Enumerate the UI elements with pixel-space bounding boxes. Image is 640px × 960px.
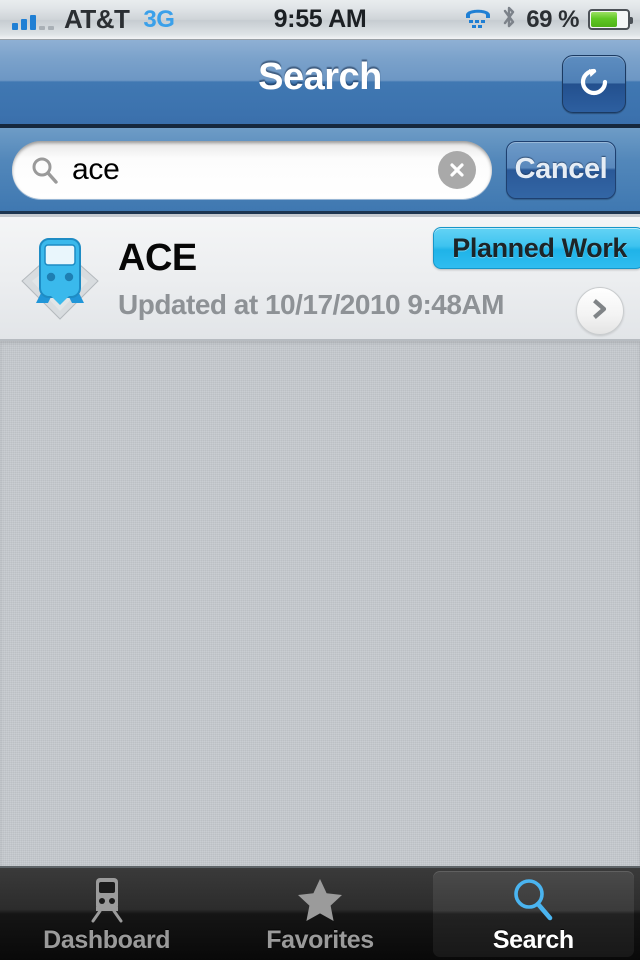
cancel-button-label: Cancel xyxy=(514,153,608,185)
search-icon xyxy=(508,874,558,924)
search-input-value: ace xyxy=(72,152,120,186)
refresh-button[interactable] xyxy=(562,55,626,113)
star-icon xyxy=(295,874,345,924)
battery-percent-label: 69 % xyxy=(526,5,579,33)
result-title: ACE xyxy=(118,237,197,279)
status-badge-label: Planned Work xyxy=(452,232,627,263)
tab-favorites[interactable]: Favorites xyxy=(213,868,426,960)
tab-label: Dashboard xyxy=(43,925,171,954)
tab-label: Search xyxy=(492,925,574,954)
bluetooth-icon xyxy=(501,4,517,35)
chevron-right-icon xyxy=(589,298,611,325)
tab-search[interactable]: Search xyxy=(427,868,640,960)
search-input[interactable]: ace xyxy=(12,140,492,199)
refresh-icon xyxy=(577,65,611,104)
train-icon xyxy=(14,229,106,329)
result-subtitle: Updated at 10/17/2010 9:48AM xyxy=(118,289,504,320)
search-bar: ace Cancel xyxy=(0,128,640,214)
status-bar: AT&T 3G 9:55 AM 69 % xyxy=(0,0,640,40)
empty-results-area xyxy=(0,341,640,866)
status-badge[interactable]: Planned Work xyxy=(433,227,640,269)
search-icon xyxy=(30,155,60,185)
status-bar-right: 69 % xyxy=(464,4,633,35)
cancel-button[interactable]: Cancel xyxy=(506,140,616,199)
clear-search-button[interactable] xyxy=(438,150,476,189)
tty-icon xyxy=(464,6,492,33)
app-screen: AT&T 3G 9:55 AM 69 % Search ace Cancel A… xyxy=(0,0,640,960)
train-icon xyxy=(82,874,132,924)
tab-dashboard[interactable]: Dashboard xyxy=(0,868,213,960)
page-title: Search xyxy=(258,56,382,98)
tab-bar: Dashboard Favorites Search xyxy=(0,866,640,960)
navigation-bar: Search xyxy=(0,40,640,128)
table-row[interactable]: ACE Updated at 10/17/2010 9:48AM Planned… xyxy=(0,217,640,341)
tab-label: Favorites xyxy=(266,925,374,954)
disclosure-button[interactable] xyxy=(576,287,624,335)
battery-icon xyxy=(588,9,633,30)
